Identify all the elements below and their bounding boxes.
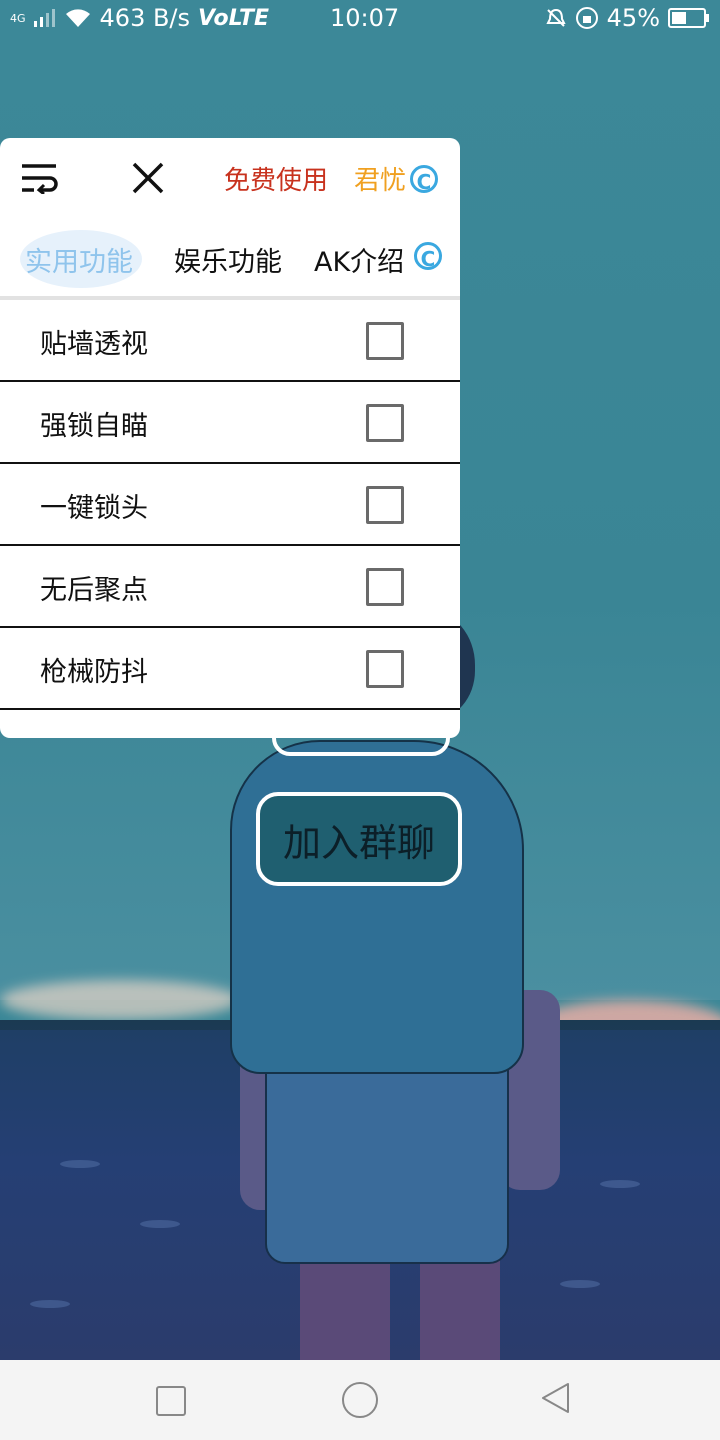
close-icon[interactable]	[130, 160, 166, 196]
rotation-lock-icon	[575, 7, 598, 29]
item-checkbox[interactable]	[366, 486, 404, 524]
item-checkbox[interactable]	[366, 568, 404, 606]
tab-entertainment[interactable]: 娱乐功能	[174, 240, 282, 279]
battery-icon	[668, 8, 709, 28]
back-button[interactable]	[540, 1382, 570, 1414]
item-label: 贴墙透视	[40, 329, 148, 360]
item-checkbox[interactable]	[366, 322, 404, 360]
menu-wrap-icon[interactable]	[22, 162, 58, 194]
panel-header: 免费使用 君忧 C	[0, 138, 460, 218]
item-label: 强锁自瞄	[40, 411, 148, 442]
wifi-icon	[65, 9, 90, 27]
battery-percent: 45%	[606, 4, 660, 32]
feature-list: 贴墙透视 强锁自瞄 一键锁头 无后聚点 枪械防抖	[0, 300, 460, 738]
list-item[interactable]: 无后聚点	[0, 546, 460, 628]
join-group-button[interactable]: 加入群聊	[256, 792, 462, 886]
recents-button[interactable]	[156, 1386, 186, 1416]
navigation-bar	[0, 1360, 720, 1440]
item-checkbox[interactable]	[366, 650, 404, 688]
item-label: 无后聚点	[40, 575, 148, 606]
tab-ak-intro-label: AK介绍	[314, 247, 405, 278]
item-label: 枪械防抖	[40, 657, 148, 688]
clock: 10:07	[330, 4, 400, 32]
list-item[interactable]: 强锁自瞄	[0, 382, 460, 464]
feature-panel: 免费使用 君忧 C 实用功能 娱乐功能 AK介绍 C 贴墙透视 强锁自瞄 一键锁…	[0, 138, 460, 738]
tab-ak-intro[interactable]: AK介绍	[314, 240, 404, 279]
list-item-partial	[0, 710, 460, 738]
volte-label: VoLTE	[198, 5, 269, 31]
list-item[interactable]: 枪械防抖	[0, 628, 460, 710]
free-use-label[interactable]: 免费使用	[224, 160, 328, 197]
brand: 君忧 C	[354, 160, 439, 197]
brand-label: 君忧	[354, 166, 407, 196]
tab-bar: 实用功能 娱乐功能 AK介绍 C	[0, 226, 460, 296]
brand-c-icon: C	[410, 164, 439, 194]
home-button[interactable]	[342, 1382, 378, 1418]
tab-c-icon: C	[414, 242, 442, 271]
status-bar: 4G 463 B/s VoLTE 10:07 45%	[0, 0, 720, 36]
list-item[interactable]: 一键锁头	[0, 464, 460, 546]
tab-practical[interactable]: 实用功能	[25, 240, 133, 279]
network-label: 4G	[10, 11, 26, 25]
item-checkbox[interactable]	[366, 404, 404, 442]
cellular-signal-icon	[33, 9, 55, 27]
mute-bell-icon	[546, 8, 566, 27]
item-label: 一键锁头	[40, 493, 148, 524]
list-item[interactable]: 贴墙透视	[0, 300, 460, 382]
network-speed: 463 B/s	[99, 4, 191, 32]
